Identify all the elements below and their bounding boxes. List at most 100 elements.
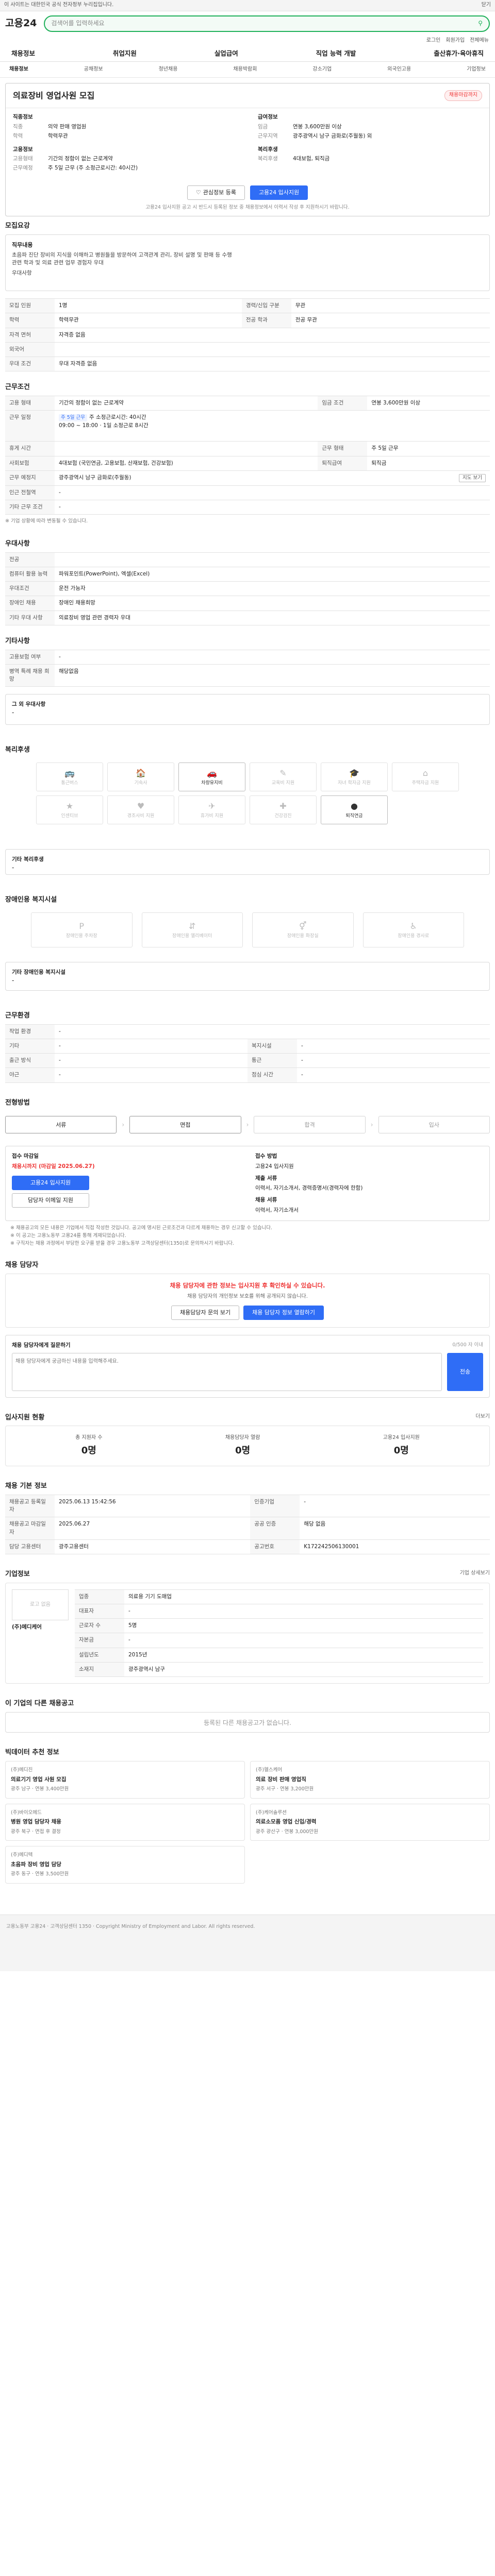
- disab-grid: P 장애인용 주차장 ⇵ 장애인용 엘리베이터 ⚥ 장애인용 화장실 ♿ 장애인용 경사로: [5, 908, 490, 952]
- work-insurance: 4대보험 (국민연금, 고용보험, 산재보험, 건강보험): [55, 455, 318, 471]
- nav-item[interactable]: 직업 능력 개발: [316, 49, 356, 58]
- table-row: 채용공고 마감일자 2025.06.27 공공 인증 해당 없음: [5, 1517, 490, 1540]
- card-meta: 광주 서구 · 연봉 3,200만원: [256, 1786, 314, 1792]
- table-cell: -: [300, 1494, 490, 1518]
- table-row: 소재지 광주광역시 남구: [75, 1662, 483, 1677]
- section-title-company: 기업정보: [5, 1570, 30, 1578]
- summary-row: 직종정보: [13, 113, 237, 121]
- summary-row: 급여정보: [258, 113, 482, 121]
- table-header-cell: 학력: [5, 313, 55, 328]
- card-meta: 광주 광산구 · 연봉 3,000만원: [256, 1828, 318, 1835]
- interest-button[interactable]: ♡ 관심정보 등록: [187, 185, 245, 200]
- stat-item: 고용24 입사지원 0명: [383, 1434, 420, 1458]
- work-place: 광주광역시 남구 금화로(주월동): [59, 474, 131, 481]
- table-header-cell: 전공: [5, 552, 55, 567]
- subnav-item[interactable]: 공채정보: [84, 66, 103, 74]
- summary-key: 고용정보: [13, 146, 33, 152]
- job-summary-box: 의료장비 영업사원 모집 채용마감까지 직종정보 직종 의약 판매 영업원 학력 학력무…: [5, 83, 490, 217]
- stats-more-link[interactable]: 더보기: [475, 1413, 490, 1423]
- subnav-item[interactable]: 채용박람회: [233, 66, 257, 74]
- map-button[interactable]: 지도 보기: [459, 473, 486, 482]
- subnav-item[interactable]: 채용정보: [9, 66, 28, 74]
- recommend-card[interactable]: (주)헬스케어 의료 장비 판매 영업직 광주 서구 · 연봉 3,200만원: [250, 1760, 490, 1799]
- table-header-cell: 전공 학과: [241, 313, 291, 328]
- work-schedule: 주 소정근로시간: 40시간: [89, 414, 146, 421]
- summary-key: 복리후생: [258, 156, 278, 162]
- edu-icon: ✎: [279, 768, 287, 778]
- recommend-card[interactable]: (주)케어솔루션 의료소모품 영업 신입/경력 광주 광산구 · 연봉 3,000만…: [250, 1803, 490, 1841]
- recommend-cards: (주)메디진 의료기기 영업 사원 모집 광주 남구 · 연봉 3,400만원 (주)…: [5, 1760, 490, 1884]
- duty-label: 직무내용: [12, 242, 33, 249]
- table-header-cell: 컴퓨터 활용 능력: [5, 566, 55, 582]
- disab-label: 장애인용 엘리베이터: [172, 933, 212, 939]
- login-link[interactable]: 로그인: [426, 37, 441, 45]
- welfare-item: 🚌 통근버스: [36, 762, 103, 792]
- table-row: 기타 - 복지시설 -: [5, 1038, 490, 1054]
- table-header-cell: 장애인 채용: [5, 596, 55, 611]
- table-row: 근로자 수 5명: [75, 1618, 483, 1634]
- stat-item: 채용담당자 열람 0명: [225, 1434, 260, 1458]
- table-row: 병역 특례 채용 희망 해당없음: [5, 664, 490, 687]
- nav-item[interactable]: 채용정보: [11, 49, 35, 58]
- welfare-label: 경조사비 지원: [127, 814, 155, 819]
- table-cell: 장애인 채용희망: [55, 596, 490, 611]
- section-title-process: 전형방법: [5, 1098, 30, 1107]
- welfare-item: 🎓 자녀 학자금 지원: [321, 762, 388, 792]
- welfare-label: 인센티브: [61, 814, 78, 819]
- table-header-cell: 공고번호: [250, 1539, 300, 1554]
- nav-item[interactable]: 실업급여: [214, 49, 238, 58]
- apply-online-button[interactable]: 고용24 입사지원: [12, 1175, 89, 1190]
- banner-close-button[interactable]: 닫기: [482, 2, 491, 9]
- disab-label: 장애인용 경사로: [398, 933, 430, 939]
- recommend-card[interactable]: (주)바이오메드 병원 영업 담당자 채용 광주 북구 · 면접 후 결정: [5, 1803, 245, 1841]
- search-bar[interactable]: 검색어를 입력하세요 ⚲: [44, 15, 490, 32]
- table-header-cell: 점심 시간: [248, 1067, 297, 1083]
- contact-inquiry-button[interactable]: 채용담당자 문의 보기: [171, 1306, 240, 1320]
- qna-textarea[interactable]: [12, 1352, 442, 1391]
- disab-label: 장애인용 화장실: [287, 933, 319, 939]
- search-input[interactable]: 검색어를 입력하세요: [51, 19, 104, 28]
- section-title-duty: 모집요강: [5, 222, 30, 230]
- company-more-link[interactable]: 기업 상세보기: [460, 1570, 490, 1580]
- welfare-other-value: -: [12, 864, 14, 872]
- contact-view-button[interactable]: 채용 담당자 정보 열람하기: [243, 1306, 324, 1320]
- section-title-recommend: 빅데이터 추천 정보: [5, 1748, 59, 1756]
- etc-table: 고용보험 여부 - 병역 특례 채용 희망 해당없음: [5, 649, 490, 687]
- welfare-label: 주택자금 지원: [411, 781, 439, 786]
- recommend-card[interactable]: (주)메디진 의료기기 영업 사원 모집 광주 남구 · 연봉 3,400만원: [5, 1760, 245, 1799]
- extra-table: 전공 컴퓨터 활용 능력 파워포인트(PowerPoint), 엑셀(Excel) 우…: [5, 552, 490, 625]
- site-logo[interactable]: 고용24: [5, 16, 37, 31]
- signup-link[interactable]: 회원가입: [446, 37, 465, 45]
- method-value: 고용24 입사지원: [255, 1163, 294, 1170]
- apply-button[interactable]: 고용24 입사지원: [250, 185, 308, 200]
- welfare-item: 🚗 차량유지비: [178, 762, 245, 792]
- qna-submit-button[interactable]: 전송: [447, 1352, 483, 1391]
- table-header-cell: 채용공고 마감일자: [5, 1517, 55, 1540]
- table-header-cell: 통근: [248, 1053, 297, 1069]
- summary-key: 복리후생: [258, 146, 278, 152]
- subnav-item[interactable]: 청년채용: [159, 66, 178, 74]
- summary-key: 고용형태: [13, 156, 33, 162]
- docs-value: 이력서, 자기소개서, 경력증명서(경력자에 한함): [255, 1185, 363, 1192]
- stat-value: 0명: [81, 1445, 96, 1456]
- table-header-cell: 기타: [5, 1038, 55, 1054]
- summary-right: 급여정보 임금 연봉 3,600만원 이상 근무지역 광주광역시 남구 금화로(주월동)…: [258, 113, 482, 174]
- table-cell: -: [55, 1053, 248, 1069]
- summary-row: 복리후생: [258, 146, 482, 154]
- subnav-item[interactable]: 외국인고용: [387, 66, 411, 74]
- nav-item[interactable]: 취업지원: [113, 49, 137, 58]
- table-header-cell: 기타 우대 사항: [5, 610, 55, 625]
- nav-item[interactable]: 출산휴가·육아휴직: [434, 49, 484, 58]
- subnav-item[interactable]: 기업정보: [467, 66, 486, 74]
- heart-icon: ♡: [195, 189, 201, 196]
- summary-value: 주 5일 근무 (주 소정근로시간: 40시간): [48, 165, 138, 172]
- table-header-cell: 경력/신입 구분: [241, 298, 291, 314]
- apply-email-button[interactable]: 담당자 이메일 지원: [12, 1193, 89, 1208]
- subnav-item[interactable]: 강소기업: [312, 66, 332, 74]
- summary-row: 복리후생 4대보험, 퇴직금: [258, 155, 482, 163]
- all-menu-link[interactable]: 전체메뉴: [470, 37, 489, 45]
- search-icon[interactable]: ⚲: [478, 19, 483, 28]
- table-cell: -: [55, 1067, 248, 1083]
- card-meta: 광주 북구 · 면접 후 결정: [11, 1828, 61, 1835]
- recommend-card[interactable]: (주)메디텍 초음파 장비 영업 담당 광주 동구 · 연봉 3,500만원: [5, 1846, 245, 1884]
